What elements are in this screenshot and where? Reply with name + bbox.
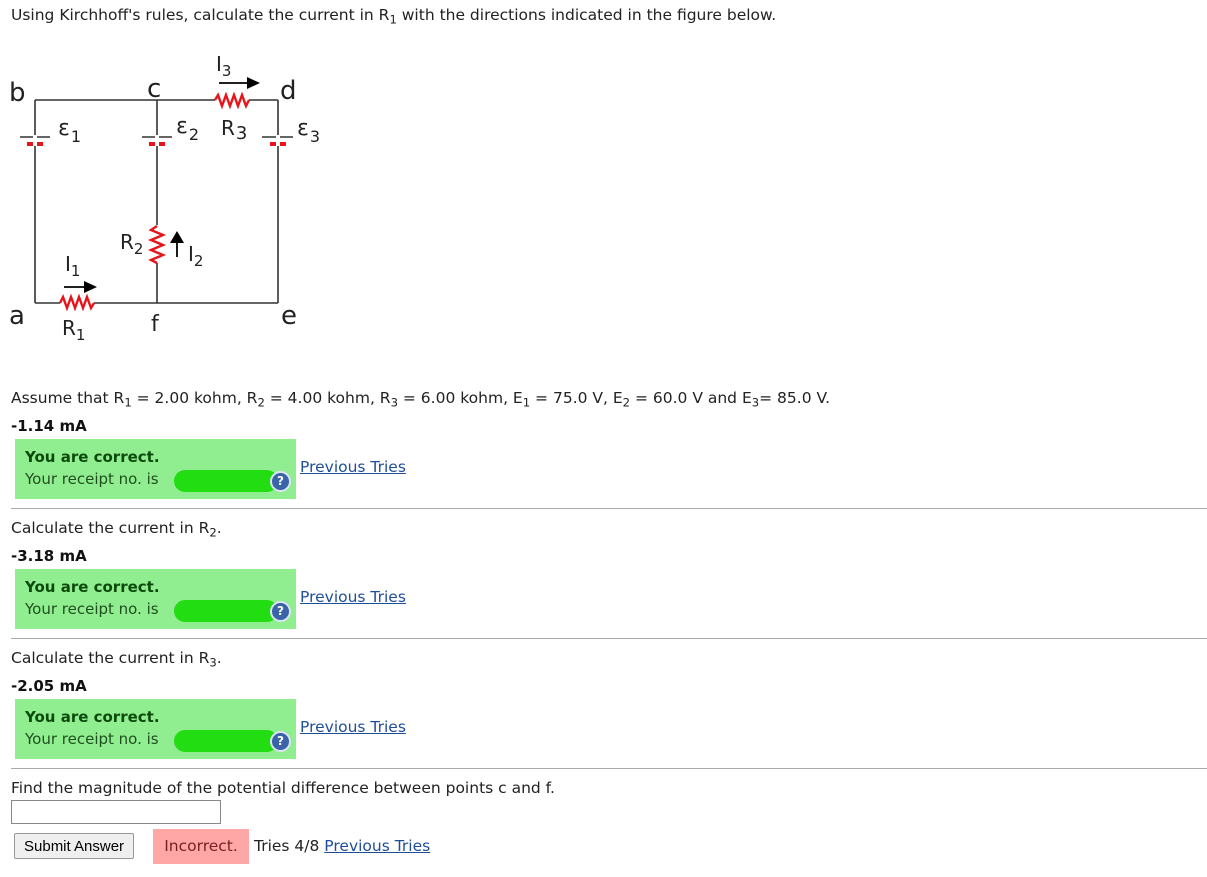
answer-part1: -1.14 mA: [11, 417, 87, 435]
receipt-redaction: [174, 470, 278, 492]
question-intro: Using Kirchhoff's rules, calculate the c…: [11, 6, 777, 27]
r3-label: R3: [221, 116, 247, 144]
emf1-label: ε1: [58, 116, 81, 146]
node-label-a: a: [9, 301, 25, 331]
question-part4: Find the magnitude of the potential diff…: [11, 779, 555, 797]
incorrect-status: Incorrect.: [153, 829, 249, 864]
circuit-diagram: b c d a f e ε1 ε2 ε3 R3 R2 R1 I3 I2 I1: [9, 52, 320, 344]
arrow-i2: [170, 231, 184, 257]
tries-row: Tries 4/8 Previous Tries: [254, 837, 430, 855]
battery-e3: [262, 135, 293, 146]
tries-count: Tries 4/8: [254, 837, 320, 855]
node-label-b: b: [9, 78, 26, 108]
previous-tries-link-part2[interactable]: Previous Tries: [300, 588, 406, 606]
node-label-d: d: [280, 76, 297, 106]
question-part2: Calculate the current in R2.: [11, 519, 222, 540]
question-part3: Calculate the current in R3.: [11, 649, 222, 670]
r1-label: R1: [62, 316, 85, 344]
i3-label: I3: [216, 52, 231, 80]
answer-part3: -2.05 mA: [11, 677, 87, 695]
feedback-title: You are correct.: [25, 708, 160, 726]
answer-input[interactable]: [11, 800, 221, 824]
intro-text-after: with the directions indicated in the fig…: [396, 6, 777, 24]
submit-answer-button[interactable]: Submit Answer: [14, 833, 135, 859]
receipt-redaction: [174, 730, 278, 752]
battery-e1: [20, 135, 50, 146]
help-icon[interactable]: ?: [270, 731, 291, 752]
feedback-title: You are correct.: [25, 578, 160, 596]
r2-label: R2: [120, 230, 143, 258]
given-values: Assume that R1 = 2.00 kohm, R2 = 4.00 ko…: [11, 389, 831, 410]
previous-tries-link-part4[interactable]: Previous Tries: [324, 837, 430, 855]
correct-feedback-part3: You are correct. Your receipt no. is ?: [15, 699, 296, 759]
intro-sub: 1: [389, 12, 397, 27]
i1-label: I1: [65, 252, 80, 280]
intro-text: Using Kirchhoff's rules, calculate the c…: [11, 6, 390, 24]
separator: [11, 768, 1207, 769]
separator: [11, 638, 1207, 639]
help-icon[interactable]: ?: [270, 601, 291, 622]
node-label-f: f: [151, 312, 160, 337]
receipt-redaction: [174, 600, 278, 622]
help-icon[interactable]: ?: [270, 471, 291, 492]
battery-e2: [142, 135, 172, 146]
arrow-i1: [64, 281, 97, 293]
node-label-e: e: [281, 301, 297, 331]
answer-part2: -3.18 mA: [11, 547, 87, 565]
previous-tries-link-part3[interactable]: Previous Tries: [300, 718, 406, 736]
correct-feedback-part2: You are correct. Your receipt no. is ?: [15, 569, 296, 629]
correct-feedback-part1: You are correct. Your receipt no. is ?: [15, 439, 296, 499]
emf2-label: ε2: [176, 114, 199, 144]
emf3-label: ε3: [297, 116, 320, 146]
feedback-title: You are correct.: [25, 448, 160, 466]
previous-tries-link-part1[interactable]: Previous Tries: [300, 458, 406, 476]
node-label-c: c: [147, 74, 161, 104]
i2-label: I2: [188, 242, 203, 270]
separator: [11, 508, 1207, 509]
